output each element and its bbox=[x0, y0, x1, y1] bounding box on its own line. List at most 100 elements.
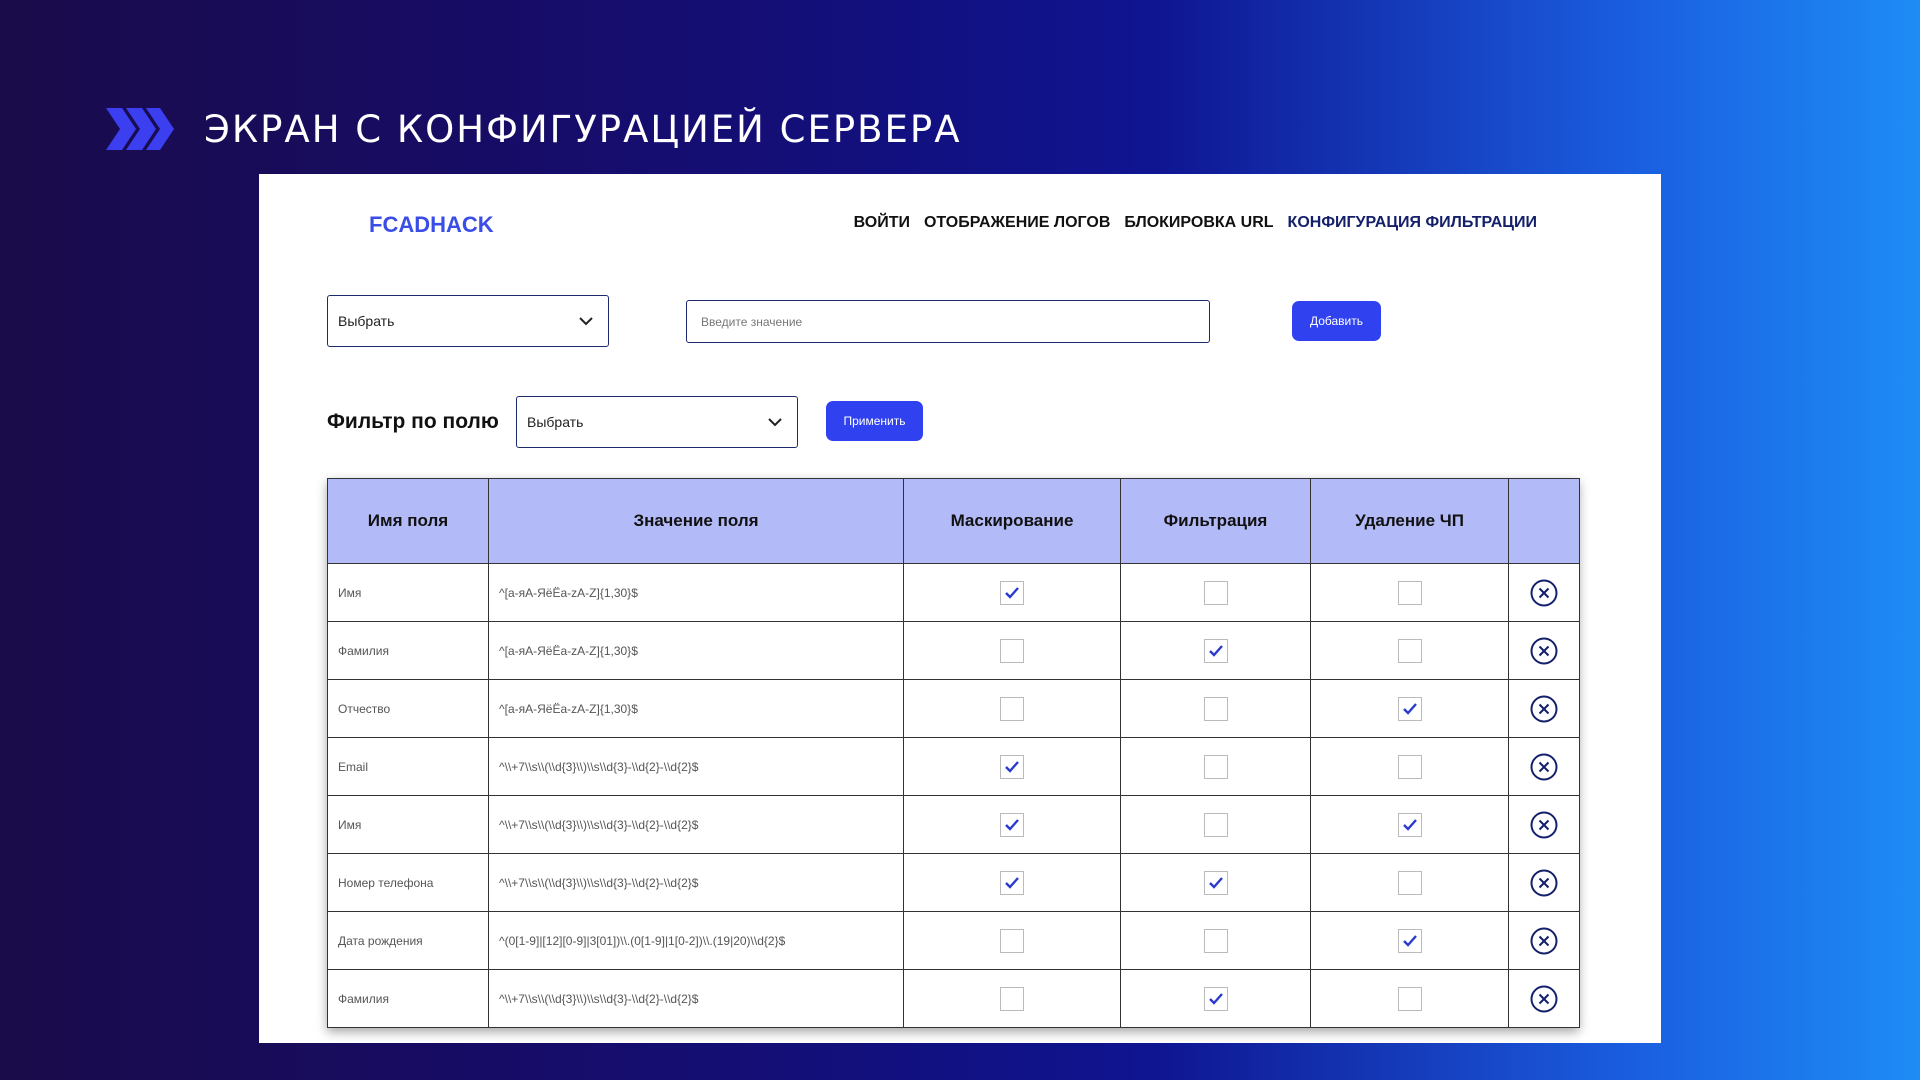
filtering-cell bbox=[1120, 621, 1311, 680]
field-name-cell: Фамилия bbox=[327, 621, 489, 680]
filtering-checkbox[interactable] bbox=[1203, 638, 1228, 663]
filtering-cell bbox=[1120, 679, 1311, 738]
masking-checkbox[interactable] bbox=[1000, 638, 1024, 663]
field-value-cell: ^[а-яА-ЯёЁa-zA-Z]{1,30}$ bbox=[488, 679, 904, 738]
masking-checkbox[interactable] bbox=[1000, 580, 1024, 605]
filtering-checkbox[interactable] bbox=[1203, 580, 1228, 605]
delete-cell bbox=[1508, 853, 1580, 912]
filter-select-value: Выбрать bbox=[527, 414, 584, 430]
deletion-cell bbox=[1310, 853, 1509, 912]
filtering-checkbox[interactable] bbox=[1203, 754, 1228, 779]
field-value-cell: ^(0[1-9]|[12][0-9]|3[01])\\.(0[1-9]|1[0-… bbox=[488, 911, 904, 970]
masking-checkbox[interactable] bbox=[1000, 986, 1024, 1011]
header-masking: Маскирование bbox=[903, 478, 1121, 564]
deletion-cell bbox=[1310, 621, 1509, 680]
field-name-cell: Имя bbox=[327, 795, 489, 854]
slide-header: ЭКРАН С КОНФИГУРАЦИЕЙ СЕРВЕРА bbox=[106, 106, 962, 152]
nav-logs[interactable]: ОТОБРАЖЕНИЕ ЛОГОВ bbox=[924, 214, 1110, 232]
deletion-checkbox[interactable] bbox=[1397, 638, 1422, 663]
masking-cell bbox=[903, 969, 1121, 1028]
masking-checkbox[interactable] bbox=[1000, 696, 1024, 721]
header-deletion: Удаление ЧП bbox=[1310, 478, 1509, 564]
check-icon bbox=[1208, 992, 1223, 1005]
deletion-checkbox[interactable] bbox=[1397, 696, 1422, 721]
filtering-cell bbox=[1120, 737, 1311, 796]
deletion-cell bbox=[1310, 795, 1509, 854]
config-table: Имя поля Значение поля Маскирование Филь… bbox=[327, 478, 1580, 1028]
deletion-checkbox[interactable] bbox=[1397, 986, 1422, 1011]
delete-cell bbox=[1508, 737, 1580, 796]
field-value-cell: ^\\+7\\s\\(\\d{3}\\)\\s\\d{3}-\\d{2}-\\d… bbox=[488, 969, 904, 1028]
add-button[interactable]: Добавить bbox=[1292, 301, 1381, 341]
field-value-cell: ^\\+7\\s\\(\\d{3}\\)\\s\\d{3}-\\d{2}-\\d… bbox=[488, 795, 904, 854]
filtering-cell bbox=[1120, 563, 1311, 622]
close-circle-icon[interactable] bbox=[1530, 927, 1558, 955]
value-input[interactable] bbox=[686, 300, 1210, 343]
delete-cell bbox=[1508, 795, 1580, 854]
field-name-cell: Email bbox=[327, 737, 489, 796]
field-value-cell: ^\\+7\\s\\(\\d{3}\\)\\s\\d{3}-\\d{2}-\\d… bbox=[488, 853, 904, 912]
top-nav: ВОЙТИ ОТОБРАЖЕНИЕ ЛОГОВ БЛОКИРОВКА URL К… bbox=[854, 214, 1537, 232]
close-circle-icon[interactable] bbox=[1530, 985, 1558, 1013]
field-value-cell: ^[а-яА-ЯёЁa-zA-Z]{1,30}$ bbox=[488, 563, 904, 622]
deletion-cell bbox=[1310, 969, 1509, 1028]
close-circle-icon[interactable] bbox=[1530, 695, 1558, 723]
masking-checkbox[interactable] bbox=[1000, 870, 1024, 895]
slide-title: ЭКРАН С КОНФИГУРАЦИЕЙ СЕРВЕРА bbox=[204, 107, 962, 151]
apply-button[interactable]: Применить bbox=[826, 401, 923, 441]
filtering-cell bbox=[1120, 795, 1311, 854]
masking-checkbox[interactable] bbox=[1000, 812, 1024, 837]
nav-filter-config[interactable]: КОНФИГУРАЦИЯ ФИЛЬТРАЦИИ bbox=[1288, 214, 1537, 232]
chevrons-icon bbox=[106, 108, 174, 150]
field-name-cell: Фамилия bbox=[327, 969, 489, 1028]
field-value-cell: ^[а-яА-ЯёЁa-zA-Z]{1,30}$ bbox=[488, 621, 904, 680]
deletion-checkbox[interactable] bbox=[1397, 580, 1422, 605]
close-circle-icon[interactable] bbox=[1530, 579, 1558, 607]
deletion-checkbox[interactable] bbox=[1397, 754, 1422, 779]
deletion-cell bbox=[1310, 737, 1509, 796]
close-circle-icon[interactable] bbox=[1530, 753, 1558, 781]
close-circle-icon[interactable] bbox=[1530, 869, 1558, 897]
masking-checkbox[interactable] bbox=[1000, 754, 1024, 779]
check-icon bbox=[1402, 934, 1417, 947]
header-filtering: Фильтрация bbox=[1120, 478, 1311, 564]
masking-checkbox[interactable] bbox=[1000, 928, 1024, 953]
deletion-checkbox[interactable] bbox=[1397, 928, 1422, 953]
filtering-checkbox[interactable] bbox=[1203, 812, 1228, 837]
filtering-checkbox[interactable] bbox=[1203, 870, 1228, 895]
check-icon bbox=[1208, 876, 1223, 889]
masking-cell bbox=[903, 911, 1121, 970]
nav-url-block[interactable]: БЛОКИРОВКА URL bbox=[1124, 214, 1273, 232]
app-logo[interactable]: FCADHACK bbox=[369, 212, 494, 238]
chevron-down-icon bbox=[579, 317, 593, 326]
close-circle-icon[interactable] bbox=[1530, 811, 1558, 839]
check-icon bbox=[1005, 586, 1019, 599]
filtering-cell bbox=[1120, 853, 1311, 912]
deletion-cell bbox=[1310, 563, 1509, 622]
deletion-cell bbox=[1310, 911, 1509, 970]
close-circle-icon[interactable] bbox=[1530, 637, 1558, 665]
delete-cell bbox=[1508, 621, 1580, 680]
masking-cell bbox=[903, 621, 1121, 680]
delete-cell bbox=[1508, 911, 1580, 970]
check-icon bbox=[1005, 818, 1019, 831]
check-icon bbox=[1402, 702, 1417, 715]
masking-cell bbox=[903, 795, 1121, 854]
check-icon bbox=[1005, 876, 1019, 889]
filtering-checkbox[interactable] bbox=[1203, 696, 1228, 721]
field-name-cell: Отчество bbox=[327, 679, 489, 738]
field-select[interactable]: Выбрать bbox=[327, 295, 609, 347]
deletion-cell bbox=[1310, 679, 1509, 738]
filter-field-select[interactable]: Выбрать bbox=[516, 396, 798, 448]
masking-cell bbox=[903, 737, 1121, 796]
filtering-checkbox[interactable] bbox=[1203, 928, 1228, 953]
deletion-checkbox[interactable] bbox=[1397, 870, 1422, 895]
filtering-cell bbox=[1120, 969, 1311, 1028]
deletion-checkbox[interactable] bbox=[1397, 812, 1422, 837]
check-icon bbox=[1402, 818, 1417, 831]
filtering-checkbox[interactable] bbox=[1203, 986, 1228, 1011]
field-select-value: Выбрать bbox=[338, 313, 395, 329]
field-name-cell: Имя bbox=[327, 563, 489, 622]
masking-cell bbox=[903, 563, 1121, 622]
nav-login[interactable]: ВОЙТИ bbox=[854, 214, 910, 232]
